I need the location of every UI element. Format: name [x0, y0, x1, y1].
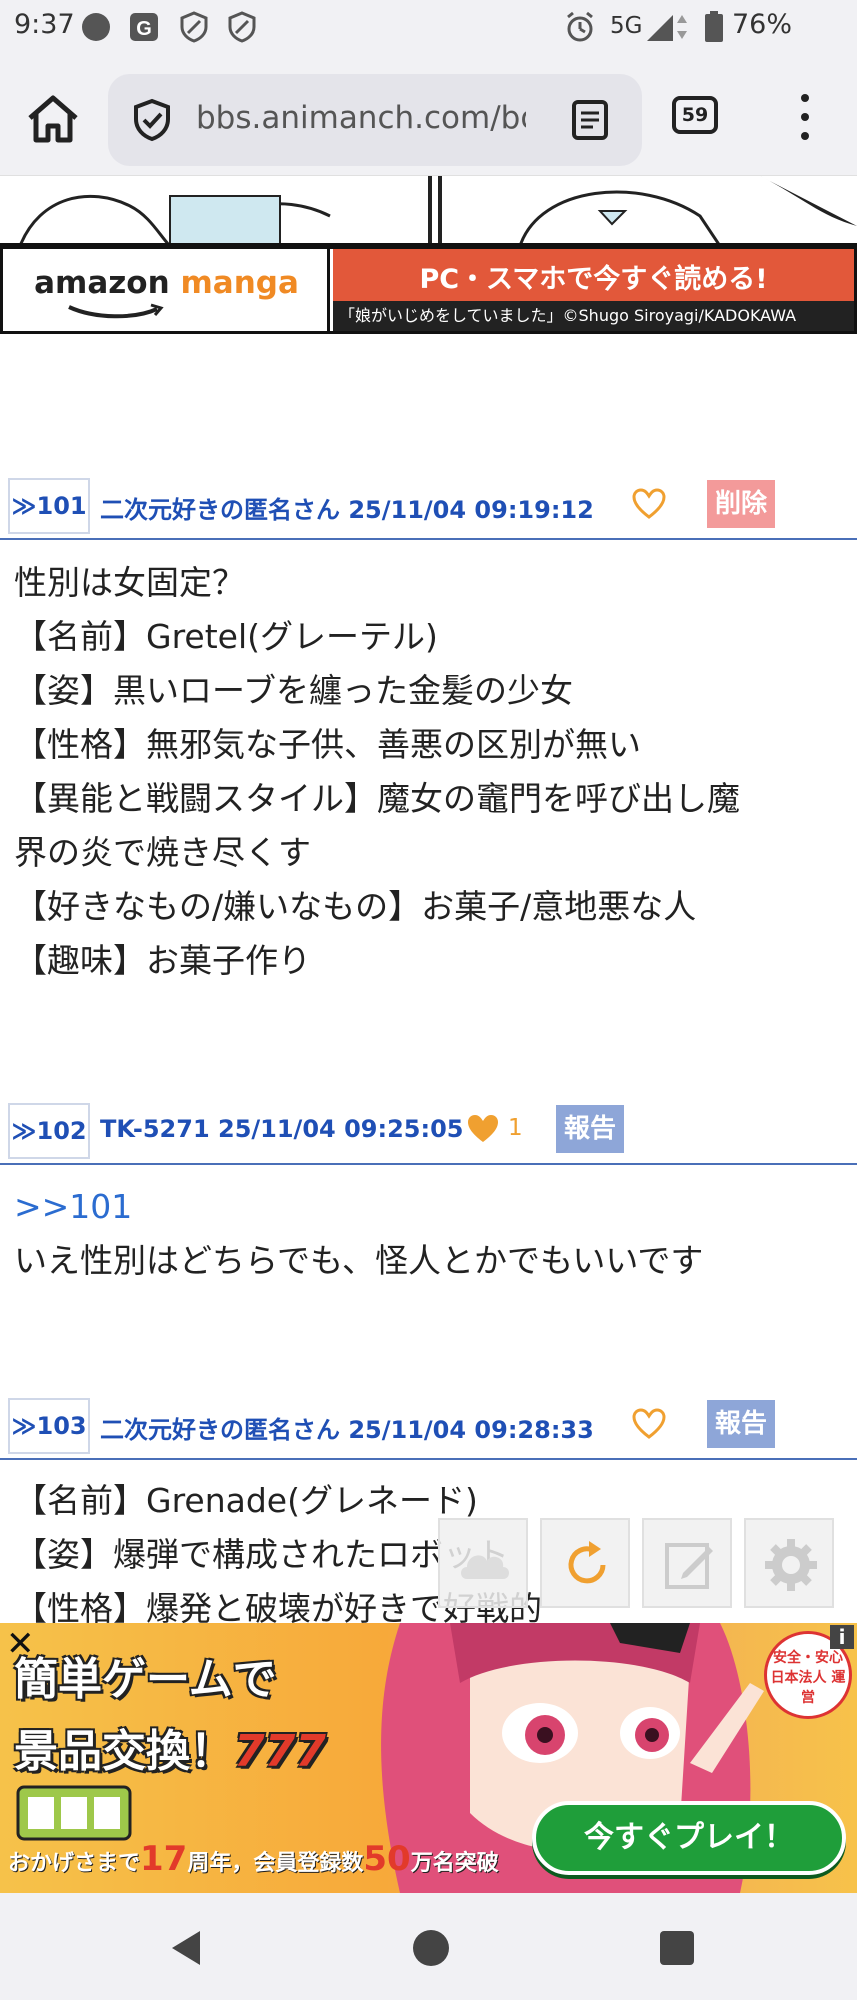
system-nav-bar — [0, 1893, 857, 2000]
ad-footer-b: 17 — [140, 1839, 188, 1879]
ad-footer-c: 周年，会員登録数 — [187, 1851, 364, 1876]
url-text[interactable]: bbs.animanch.com/bo — [196, 100, 526, 136]
ad-amazon-manga-banner[interactable]: amazon manga PC・スマホで今すぐ読める! 「娘がいじめをしていまし… — [0, 246, 857, 334]
reload-icon — [568, 1541, 606, 1584]
reload-button[interactable] — [540, 1518, 630, 1608]
battery-percent: 76% — [732, 9, 793, 40]
browser-toolbar: bbs.animanch.com/bo 59 — [0, 52, 857, 176]
ad-777-text: 777 — [234, 1726, 326, 1777]
brand-amazon: amazon — [34, 265, 170, 301]
post-header-101: ≫101 二次元好きの匿名さん 25/11/04 09:19:12 削除 — [0, 470, 857, 540]
reader-mode-icon[interactable] — [568, 98, 612, 142]
network-type: 5G — [610, 13, 643, 39]
manga-illustration — [19, 176, 857, 243]
post-line: 【趣味】お菓子作り — [14, 941, 311, 980]
post-line: いえ性別はどちらでも、怪人とかでもいいです — [14, 1241, 704, 1280]
url-bar[interactable]: bbs.animanch.com/bo — [108, 74, 642, 166]
post-line: 【異能と戦闘スタイル】魔女の竈門を呼び出し魔 — [14, 779, 740, 818]
home-nav-icon[interactable] — [406, 1923, 456, 1973]
ad-title-text: 景品交換！ — [14, 1726, 234, 1777]
post-meta[interactable]: TK-5271 25/11/04 09:25:05 — [100, 1115, 463, 1143]
heart-filled-icon[interactable] — [466, 1113, 500, 1145]
status-time: 9:37 — [14, 9, 75, 40]
post-body-101: 性別は女固定？ 【名前】Gretel(グレーテル) 【姿】黒いローブを纏った金髪… — [14, 556, 849, 988]
post-header-103: ≫103 二次元好きの匿名さん 25/11/04 09:28:33 報告 — [0, 1390, 857, 1460]
post-body-102: >>101 いえ性別はどちらでも、怪人とかでもいいです — [14, 1180, 849, 1288]
ad-footer-e: 万名突破 — [410, 1851, 499, 1876]
amazon-manga-logo: amazon manga — [3, 249, 330, 331]
post-number[interactable]: ≫101 — [8, 478, 90, 534]
ad-footer-d: 50 — [363, 1839, 411, 1879]
signal-icon — [647, 15, 673, 41]
home-icon[interactable] — [24, 90, 82, 148]
post-line: 界の炎で焼き尽くす — [14, 833, 311, 872]
slot-machine-icon — [16, 1785, 132, 1841]
tab-count-button[interactable]: 59 — [672, 96, 718, 134]
data-arrows-icon — [677, 15, 687, 39]
back-icon[interactable] — [162, 1923, 212, 1973]
shield-status-icon — [180, 11, 208, 43]
ad-title-line1: 簡単ゲームで — [14, 1654, 277, 1705]
post-number[interactable]: ≫103 — [8, 1398, 90, 1454]
edit-icon — [665, 1543, 713, 1589]
ad-info-icon[interactable]: i — [830, 1625, 854, 1649]
scroll-top-button[interactable] — [438, 1518, 528, 1608]
status-bar: 9:37 G 5G 76% — [0, 0, 857, 52]
amazon-smile-icon — [68, 303, 164, 319]
post-line: 【名前】Gretel(グレーテル) — [14, 617, 438, 656]
post-meta[interactable]: 二次元好きの匿名さん 25/11/04 09:19:12 — [100, 490, 594, 525]
heart-outline-icon[interactable] — [632, 488, 666, 520]
post-line: 【性格】無邪気な子供、善悪の区別が無い — [14, 725, 641, 764]
post-meta[interactable]: 二次元好きの匿名さん 25/11/04 09:28:33 — [100, 1410, 594, 1445]
post-line: 【姿】黒いローブを纏った金髪の少女 — [14, 671, 574, 710]
ad-headline: PC・スマホで今すぐ読める! — [419, 264, 768, 295]
post-line: 【好きなもの/嫌いなもの】お菓子/意地悪な人 — [14, 887, 697, 926]
like-count: 1 — [508, 1115, 523, 1141]
cloud-up-icon — [461, 1555, 509, 1579]
ad-title-line2: 景品交換！777 — [14, 1715, 326, 1779]
ad-play-button[interactable]: 今すぐプレイ！ — [532, 1801, 846, 1875]
app-g-icon: G — [130, 13, 158, 41]
shield-status-icon-2 — [228, 11, 256, 43]
alarm-icon — [567, 11, 593, 42]
battery-icon — [705, 11, 723, 42]
notification-dot-icon — [82, 13, 110, 41]
quote-link[interactable]: >>101 — [14, 1180, 849, 1234]
brand-manga: manga — [180, 265, 299, 301]
settings-button[interactable] — [744, 1518, 834, 1608]
post-header-102: ≫102 TK-5271 25/11/04 09:25:05 1 報告 — [0, 1095, 857, 1165]
site-security-icon[interactable] — [130, 98, 174, 142]
compose-button[interactable] — [642, 1518, 732, 1608]
more-menu-icon[interactable] — [790, 90, 820, 144]
svg-text:G: G — [136, 18, 152, 40]
report-button[interactable]: 報告 — [707, 1400, 775, 1448]
gear-icon — [765, 1539, 817, 1591]
ad-footer-a: おかげさまで — [8, 1851, 141, 1876]
ad-credit: 「娘がいじめをしていました」©Shugo Siroyagi/KADOKAWA — [333, 301, 854, 331]
delete-button[interactable]: 削除 — [707, 480, 775, 528]
recents-icon[interactable] — [652, 1923, 702, 1973]
ad-game-banner[interactable]: ✕ 簡単ゲームで 景品交換！777 安全・安心 日本法人 運営 i 今すぐプレイ… — [0, 1623, 857, 1893]
report-button[interactable]: 報告 — [556, 1105, 624, 1153]
heart-outline-icon[interactable] — [632, 1408, 666, 1440]
post-line: 性別は女固定？ — [14, 563, 245, 602]
ad-footer-text: おかげさまで17周年，会員登録数50万名突破 — [8, 1839, 499, 1879]
ad-manga-artwork[interactable] — [0, 176, 857, 246]
ad-headline-panel: PC・スマホで今すぐ読める! 「娘がいじめをしていました」©Shugo Siro… — [333, 249, 854, 331]
post-number[interactable]: ≫102 — [8, 1103, 90, 1159]
